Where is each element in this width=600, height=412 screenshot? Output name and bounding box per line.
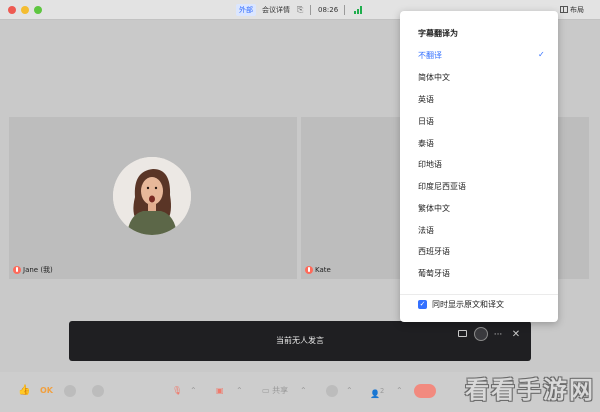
participant-name-tag: Jane (我) bbox=[13, 265, 53, 275]
menu-title: 字幕翻译为 bbox=[418, 29, 458, 38]
meeting-details-link[interactable]: 会议详情 bbox=[262, 5, 290, 15]
participant-photo bbox=[113, 157, 191, 235]
hang-up-button[interactable] bbox=[414, 384, 436, 398]
subtitle-translate-icon[interactable] bbox=[456, 329, 468, 341]
menu-item-french[interactable]: 法语 bbox=[400, 220, 558, 241]
menu-item-label: 泰语 bbox=[418, 139, 434, 148]
video-tile-jane[interactable]: Jane (我) bbox=[9, 117, 297, 279]
layout-label: 布局 bbox=[570, 6, 584, 14]
menu-item-label: 印度尼西亚语 bbox=[418, 182, 466, 191]
emoji-icon[interactable] bbox=[64, 385, 76, 397]
menu-item-label: 不翻译 bbox=[418, 51, 442, 60]
menu-item-portuguese[interactable]: 葡萄牙语 bbox=[400, 263, 558, 284]
menu-item-spanish[interactable]: 西班牙语 bbox=[400, 241, 558, 262]
menu-item-english[interactable]: 英语 bbox=[400, 89, 558, 110]
avatar bbox=[113, 157, 191, 235]
mic-off-button[interactable]: 🎙 bbox=[172, 384, 182, 398]
titlebar-divider bbox=[310, 5, 311, 15]
chevron-up-icon[interactable]: ⌃ bbox=[236, 384, 243, 398]
close-icon[interactable]: ✕ bbox=[510, 329, 522, 341]
menu-item-japanese[interactable]: 日语 bbox=[400, 111, 558, 132]
menu-item-hindi[interactable]: 印地语 bbox=[400, 154, 558, 175]
meeting-window: 外部 会议详情 ⎘ 08:26 布局 Jane (我) Kate 当前无人发言 … bbox=[0, 0, 600, 412]
thumbs-up-icon[interactable]: 👍 bbox=[18, 384, 30, 398]
menu-item-label: 英语 bbox=[418, 95, 434, 104]
menu-item-thai[interactable]: 泰语 bbox=[400, 133, 558, 154]
mic-off-icon bbox=[305, 266, 313, 274]
maximize-window-button[interactable] bbox=[34, 6, 42, 14]
chevron-up-icon[interactable]: ⌃ bbox=[396, 384, 403, 398]
external-badge: 外部 bbox=[236, 4, 256, 16]
mic-off-icon bbox=[13, 266, 21, 274]
menu-item-label: 日语 bbox=[418, 117, 434, 126]
menu-item-indonesian[interactable]: 印度尼西亚语 bbox=[400, 176, 558, 197]
layout-button[interactable]: 布局 bbox=[560, 4, 584, 16]
menu-item-label: 法语 bbox=[418, 226, 434, 235]
site-watermark: 看看手游网 bbox=[465, 376, 595, 404]
menu-item-simplified-chinese[interactable]: 简体中文 bbox=[400, 67, 558, 88]
chevron-up-icon[interactable]: ⌃ bbox=[190, 384, 197, 398]
menu-item-label: 繁体中文 bbox=[418, 204, 450, 213]
network-signal-icon[interactable] bbox=[354, 6, 364, 14]
checkbox-checked-icon: ✓ bbox=[418, 300, 427, 309]
participants-button[interactable]: 👤2 bbox=[370, 384, 384, 402]
menu-item-label: 印地语 bbox=[418, 160, 442, 169]
show-bilingual-checkbox[interactable]: ✓ 同时显示原文和译文 bbox=[418, 294, 548, 316]
caption-bar: 当前无人发言 ··· ✕ bbox=[69, 321, 531, 361]
record-icon[interactable] bbox=[326, 385, 338, 397]
chevron-up-icon[interactable]: ⌃ bbox=[300, 384, 307, 398]
checkmark-icon: ✓ bbox=[538, 50, 545, 59]
menu-item-no-translation[interactable]: 不翻译 ✓ bbox=[400, 45, 558, 66]
close-window-button[interactable] bbox=[8, 6, 16, 14]
share-button[interactable]: ▭ 共享 bbox=[262, 384, 288, 398]
subtitle-translation-menu: 字幕翻译为 不翻译 ✓ 简体中文 英语 日语 泰语 印地语 印度尼西亚语 繁体中… bbox=[400, 11, 558, 322]
participant-name: Jane (我) bbox=[23, 266, 53, 274]
chevron-up-icon[interactable]: ⌃ bbox=[346, 384, 353, 398]
menu-item-label: 葡萄牙语 bbox=[418, 269, 450, 278]
participant-count: 2 bbox=[379, 387, 385, 395]
copy-icon[interactable]: ⎘ bbox=[297, 3, 303, 17]
minimize-window-button[interactable] bbox=[21, 6, 29, 14]
participant-name: Kate bbox=[315, 266, 331, 274]
menu-item-label: 西班牙语 bbox=[418, 247, 450, 256]
participant-name-tag: Kate bbox=[305, 265, 331, 275]
bilingual-label: 同时显示原文和译文 bbox=[432, 300, 504, 309]
menu-item-label: 简体中文 bbox=[418, 73, 450, 82]
grid-layout-icon bbox=[560, 6, 568, 13]
caption-language-button[interactable] bbox=[474, 327, 488, 341]
menu-item-traditional-chinese[interactable]: 繁体中文 bbox=[400, 198, 558, 219]
camera-off-button[interactable]: ▣ bbox=[216, 384, 224, 398]
more-icon[interactable]: ··· bbox=[492, 329, 504, 341]
ok-reaction-button[interactable]: OK bbox=[40, 384, 53, 398]
meeting-timer: 08:26 bbox=[318, 6, 339, 14]
titlebar-divider bbox=[344, 5, 345, 15]
share-label: 共享 bbox=[272, 386, 289, 395]
chat-icon[interactable] bbox=[92, 385, 104, 397]
